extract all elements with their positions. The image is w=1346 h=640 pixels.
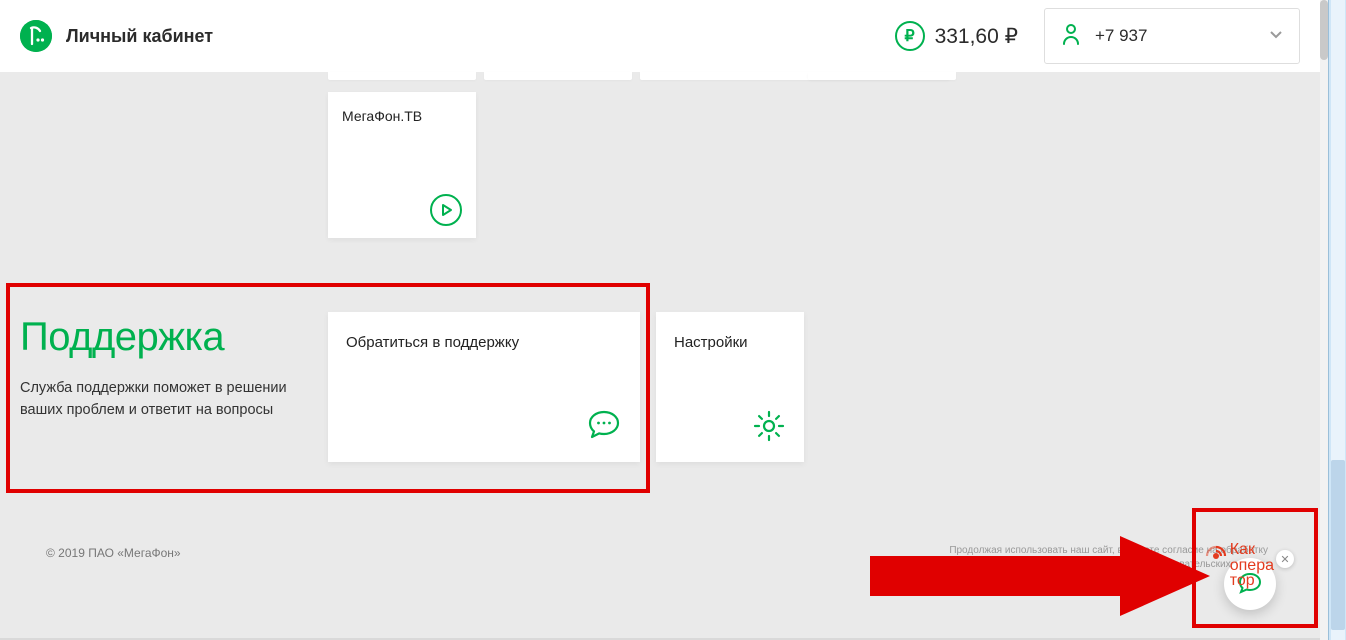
chat-bubble-icon	[586, 407, 622, 448]
support-description: Служба поддержки поможет в решении ваших…	[20, 378, 320, 422]
gear-icon	[752, 409, 786, 448]
play-icon	[430, 194, 462, 226]
user-icon	[1061, 23, 1081, 50]
os-scroll-thumb[interactable]	[1331, 460, 1345, 630]
os-scrollbar[interactable]	[1328, 0, 1346, 640]
card-settings[interactable]: Настройки	[656, 312, 804, 462]
chevron-down-icon	[1269, 27, 1283, 45]
balance-display[interactable]: ₽ 331,60 ₽	[895, 21, 1018, 51]
card-megafon-tv[interactable]: МегаФон.ТВ	[328, 92, 476, 238]
page-scrollbar[interactable]	[1320, 0, 1328, 640]
balance-amount: 331,60 ₽	[935, 24, 1018, 49]
megafon-logo-icon	[20, 20, 52, 52]
ruble-icon: ₽	[895, 21, 925, 51]
card-title: Настройки	[674, 334, 786, 351]
chat-widget-button[interactable]	[1224, 558, 1276, 610]
page-scroll-thumb[interactable]	[1320, 0, 1328, 60]
header: Личный кабинет ₽ 331,60 ₽ +7 937	[0, 0, 1320, 72]
support-heading: Поддержка	[20, 315, 224, 360]
page: Личный кабинет ₽ 331,60 ₽ +7 937	[0, 0, 1328, 640]
card-stub	[328, 72, 476, 80]
card-title: Обратиться в поддержку	[346, 334, 622, 351]
card-stub	[808, 72, 956, 80]
page-title: Личный кабинет	[66, 26, 213, 47]
footer-copyright: © 2019 ПАО «МегаФон»	[46, 546, 181, 560]
annotation-arrow	[870, 536, 1210, 621]
account-selector[interactable]: +7 937	[1044, 8, 1300, 64]
card-title: МегаФон.ТВ	[342, 108, 462, 124]
card-contact-support[interactable]: Обратиться в поддержку	[328, 312, 640, 462]
card-row-cutoff	[328, 72, 950, 80]
chat-widget-close[interactable]: ✕	[1276, 550, 1294, 568]
card-stub	[484, 72, 632, 80]
account-phone: +7 937	[1095, 26, 1255, 46]
